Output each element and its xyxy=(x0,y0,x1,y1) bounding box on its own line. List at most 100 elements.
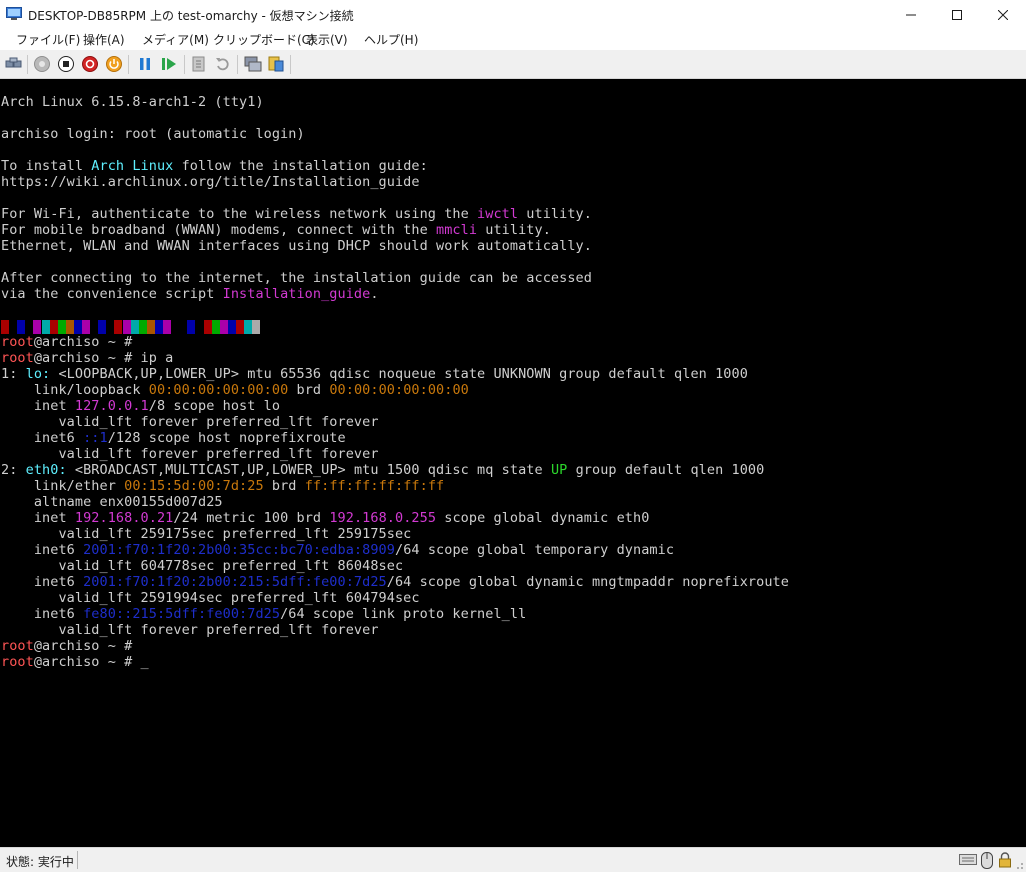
color-block xyxy=(57,320,66,334)
window-title: DESKTOP-DB85RPM 上の test-omarchy - 仮想マシン接… xyxy=(28,9,354,23)
vm-connection-icon xyxy=(6,7,22,20)
color-block xyxy=(41,320,50,334)
prompt-line: root@archiso ~ # ip a xyxy=(1,350,174,366)
color-block xyxy=(33,320,42,334)
color-block xyxy=(122,320,131,334)
color-block xyxy=(154,320,163,334)
start-icon[interactable] xyxy=(33,55,51,73)
status-bar: 状態: 実行中 xyxy=(0,847,1026,872)
vm-console-screen[interactable]: Arch Linux 6.15.8-arch1-2 (tty1) archiso… xyxy=(0,79,1026,847)
color-block xyxy=(73,320,82,334)
color-block xyxy=(171,320,180,334)
terminal-line: inet6 fe80::215:5dff:fe00:7d25/64 scope … xyxy=(1,606,527,622)
toolbar-separator xyxy=(184,55,185,74)
color-block xyxy=(252,320,261,334)
prompt-line: root@archiso ~ # xyxy=(1,334,141,350)
terminal-line: Ethernet, WLAN and WWAN interfaces using… xyxy=(1,238,592,254)
terminal-line: archiso login: root (automatic login) xyxy=(1,126,305,142)
menu-action[interactable]: 操作(A) xyxy=(83,31,125,48)
terminal-line: inet 127.0.0.1/8 scope host lo xyxy=(1,398,281,414)
close-icon xyxy=(998,10,1008,20)
color-block xyxy=(1,320,9,334)
status-separator xyxy=(77,851,78,869)
color-block xyxy=(227,320,236,334)
minimize-button[interactable] xyxy=(888,0,934,30)
color-block xyxy=(146,320,155,334)
ctrl-alt-del-icon[interactable] xyxy=(5,55,23,73)
terminal-line: valid_lft 259175sec preferred_lft 259175… xyxy=(1,526,412,542)
terminal-line: via the convenience script Installation_… xyxy=(1,286,379,302)
share-icon[interactable] xyxy=(267,55,285,73)
terminal-line: To install Arch Linux follow the install… xyxy=(1,158,428,174)
color-block xyxy=(106,320,115,334)
color-block xyxy=(203,320,212,334)
title-bar: DESKTOP-DB85RPM 上の test-omarchy - 仮想マシン接… xyxy=(0,0,1026,30)
enhanced-session-icon[interactable] xyxy=(244,55,262,73)
vm-status-text: 状態: 実行中 xyxy=(6,855,74,869)
color-block xyxy=(138,320,147,334)
toolbar-separator xyxy=(27,55,28,74)
menu-clipboard[interactable]: クリップボード(C) xyxy=(213,31,315,48)
color-block xyxy=(90,320,99,334)
color-block xyxy=(98,320,107,334)
color-block xyxy=(179,320,188,334)
terminal-line: valid_lft forever preferred_lft forever xyxy=(1,446,379,462)
revert-icon[interactable] xyxy=(214,55,232,73)
color-block xyxy=(163,320,171,334)
color-block xyxy=(244,320,252,334)
minimize-icon xyxy=(906,14,916,16)
terminal-line: valid_lft forever preferred_lft forever xyxy=(1,414,379,430)
terminal-line: inet6 ::1/128 scope host noprefixroute xyxy=(1,430,346,446)
terminal-line: For Wi-Fi, authenticate to the wireless … xyxy=(1,206,592,222)
toolbar xyxy=(0,50,1026,79)
reset-icon[interactable] xyxy=(160,55,178,73)
terminal-line: inet6 2001:f70:1f20:2b00:35cc:bc70:edba:… xyxy=(1,542,675,558)
terminal-cursor: _ xyxy=(140,654,149,670)
menu-media[interactable]: メディア(M) xyxy=(142,31,209,48)
close-button[interactable] xyxy=(980,0,1026,30)
toolbar-separator xyxy=(128,55,129,74)
color-block xyxy=(49,320,58,334)
terminal-line: For mobile broadband (WWAN) modems, conn… xyxy=(1,222,551,238)
resize-grip-icon[interactable] xyxy=(1014,860,1024,870)
prompt-line: root@archiso ~ # _ xyxy=(1,654,149,670)
terminal-line: valid_lft forever preferred_lft forever xyxy=(1,622,379,638)
shutdown-icon[interactable] xyxy=(81,55,99,73)
save-icon[interactable] xyxy=(105,55,123,73)
menu-bar: ファイル(F) 操作(A) メディア(M) クリップボード(C) 表示(V) ヘ… xyxy=(0,30,1026,50)
terminal-line: link/ether 00:15:5d:00:7d:25 brd ff:ff:f… xyxy=(1,478,445,494)
color-block xyxy=(130,320,139,334)
color-block xyxy=(114,320,123,334)
terminal-line: valid_lft 604778sec preferred_lft 86048s… xyxy=(1,558,404,574)
terminal-line: inet 192.168.0.21/24 metric 100 brd 192.… xyxy=(1,510,650,526)
color-block xyxy=(17,320,26,334)
maximize-button[interactable] xyxy=(934,0,980,30)
menu-view[interactable]: 表示(V) xyxy=(306,31,348,48)
terminal-line: altname enx00155d007d25 xyxy=(1,494,223,510)
terminal-line: 1: lo: <LOOPBACK,UP,LOWER_UP> mtu 65536 … xyxy=(1,366,748,382)
color-block xyxy=(235,320,244,334)
menu-help[interactable]: ヘルプ(H) xyxy=(364,31,418,48)
color-block xyxy=(195,320,204,334)
terminal-line: link/loopback 00:00:00:00:00:00 brd 00:0… xyxy=(1,382,469,398)
color-block xyxy=(65,320,74,334)
toolbar-separator xyxy=(237,55,238,74)
color-block xyxy=(82,320,90,334)
terminal-line: https://wiki.archlinux.org/title/Install… xyxy=(1,174,420,190)
prompt-line: root@archiso ~ # xyxy=(1,638,141,654)
color-block xyxy=(9,320,18,334)
checkpoint-icon[interactable] xyxy=(190,55,208,73)
keyboard-icon xyxy=(959,854,977,865)
terminal-line: Arch Linux 6.15.8-arch1-2 (tty1) xyxy=(1,94,264,110)
toolbar-separator xyxy=(290,55,291,74)
menu-file[interactable]: ファイル(F) xyxy=(16,31,80,48)
pause-icon[interactable] xyxy=(136,55,154,73)
turn-off-icon[interactable] xyxy=(57,55,75,73)
terminal-line: valid_lft 2591994sec preferred_lft 60479… xyxy=(1,590,420,606)
color-block xyxy=(211,320,220,334)
color-block xyxy=(187,320,196,334)
terminal-line: inet6 2001:f70:1f20:2b00:215:5dff:fe00:7… xyxy=(1,574,789,590)
maximize-icon xyxy=(952,10,962,20)
lock-icon xyxy=(999,852,1011,868)
color-block xyxy=(25,320,34,334)
